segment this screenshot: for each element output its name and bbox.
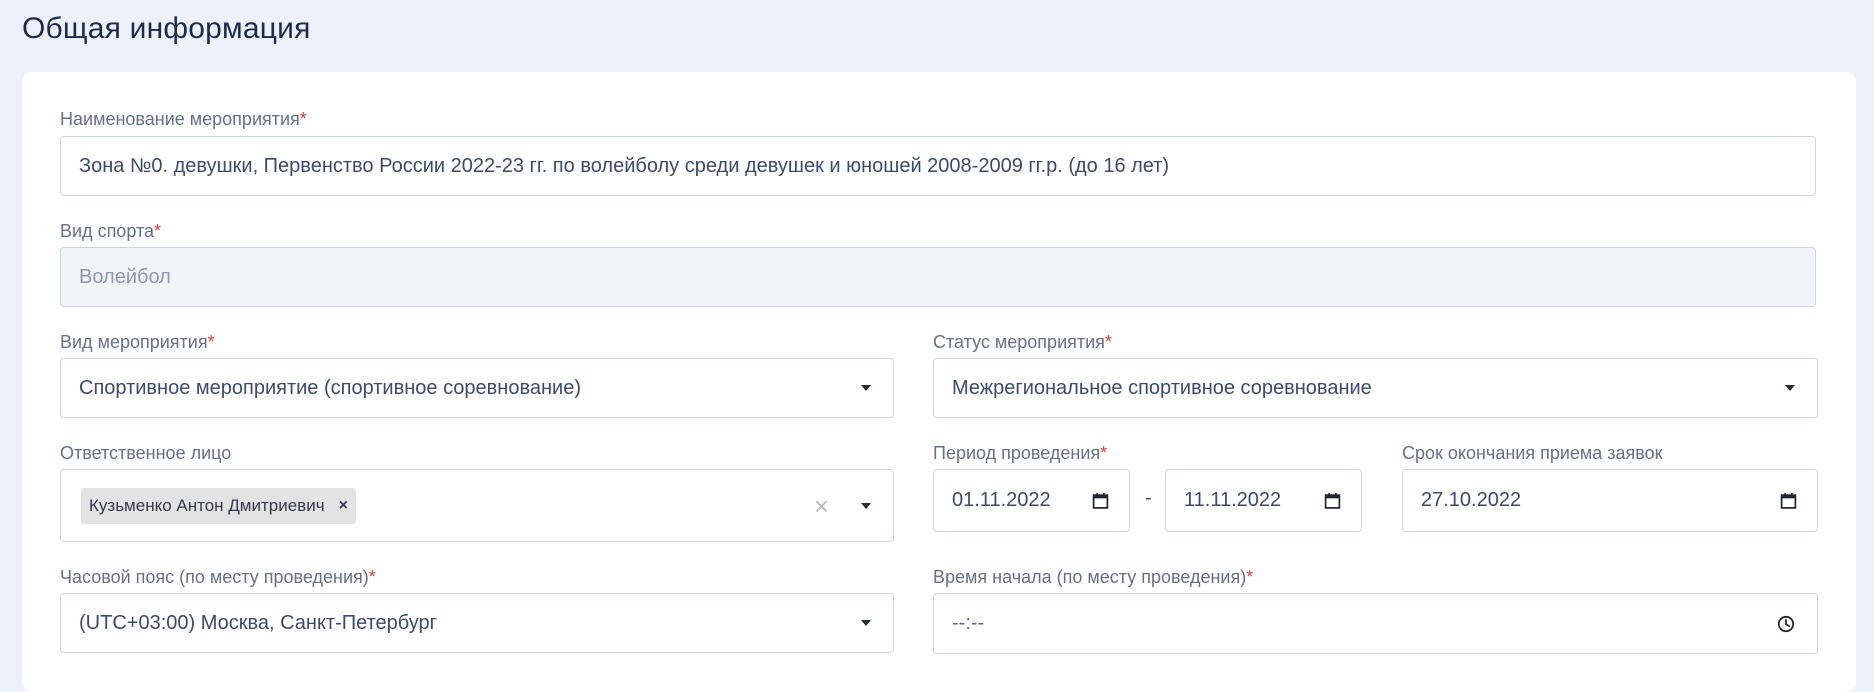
chevron-down-icon[interactable] — [1785, 385, 1795, 391]
deadline-value: 27.10.2022 — [1421, 489, 1522, 511]
responsible-label: Ответственное лицо — [60, 443, 231, 464]
calendar-icon[interactable] — [1780, 492, 1797, 509]
timezone-value: (UTC+03:00) Москва, Санкт-Петербург — [79, 611, 437, 634]
clear-icon[interactable]: × — [814, 493, 829, 519]
calendar-icon[interactable] — [1324, 492, 1341, 509]
event-name-value: Зона №0. девушки, Первенство России 2022… — [79, 154, 1170, 177]
event-status-select[interactable]: Межрегиональное спортивное соревнование — [933, 358, 1818, 418]
clock-icon[interactable] — [1777, 615, 1795, 633]
page-title: Общая информация — [22, 12, 311, 45]
start-time-value: --:-- — [952, 612, 985, 634]
event-name-label-text: Наименование мероприятия — [60, 109, 300, 129]
required-mark: * — [1104, 332, 1112, 352]
responsible-chip: Кузьменко Антон Дмитриевич × — [81, 487, 356, 524]
deadline-label-text: Срок окончания приема заявок — [1402, 443, 1663, 463]
chevron-down-icon[interactable] — [861, 620, 871, 626]
chip-remove-icon[interactable]: × — [339, 497, 348, 515]
chevron-down-icon[interactable] — [861, 502, 871, 509]
calendar-icon[interactable] — [1092, 492, 1109, 509]
responsible-chip-label: Кузьменко Антон Дмитриевич — [89, 495, 325, 515]
event-type-select[interactable]: Спортивное мероприятие (спортивное сорев… — [60, 358, 894, 418]
start-time-label-text: Время начала (по месту проведения) — [933, 567, 1247, 587]
event-name-label: Наименование мероприятия* — [60, 109, 307, 130]
required-mark: * — [299, 109, 307, 129]
general-info-card: Наименование мероприятия* Зона №0. девуш… — [22, 72, 1856, 692]
period-end-value: 11.11.2022 — [1184, 489, 1282, 511]
required-mark: * — [368, 567, 376, 587]
required-mark: * — [1100, 443, 1108, 463]
period-label-text: Период проведения — [933, 443, 1101, 463]
period-end-date-input[interactable]: 11.11.2022 — [1165, 469, 1362, 532]
event-type-label-text: Вид мероприятия — [60, 332, 208, 352]
sport-label-text: Вид спорта — [60, 221, 154, 241]
event-name-input[interactable]: Зона №0. девушки, Первенство России 2022… — [60, 136, 1816, 196]
start-time-input[interactable]: --:-- — [933, 593, 1818, 654]
event-status-value: Межрегиональное спортивное соревнование — [952, 376, 1372, 399]
event-type-label: Вид мероприятия* — [60, 332, 215, 353]
timezone-label: Часовой пояс (по месту проведения)* — [60, 567, 376, 588]
sport-value: Волейбол — [79, 265, 171, 288]
deadline-date-input[interactable]: 27.10.2022 — [1402, 469, 1818, 532]
period-label: Период проведения* — [933, 443, 1107, 464]
event-status-label-text: Статус мероприятия — [933, 332, 1105, 352]
chevron-down-icon[interactable] — [861, 385, 871, 391]
timezone-select[interactable]: (UTC+03:00) Москва, Санкт-Петербург — [60, 593, 894, 653]
responsible-label-text: Ответственное лицо — [60, 443, 232, 463]
period-start-value: 01.11.2022 — [952, 489, 1051, 511]
responsible-multiselect[interactable]: Кузьменко Антон Дмитриевич × × — [60, 469, 894, 542]
period-separator: - — [1145, 487, 1152, 509]
period-start-date-input[interactable]: 01.11.2022 — [933, 469, 1130, 532]
event-status-label: Статус мероприятия* — [933, 332, 1112, 353]
required-mark: * — [1246, 567, 1254, 587]
deadline-label: Срок окончания приема заявок — [1402, 443, 1663, 464]
sport-label: Вид спорта* — [60, 221, 161, 242]
required-mark: * — [207, 332, 215, 352]
timezone-label-text: Часовой пояс (по месту проведения) — [60, 567, 369, 587]
sport-input: Волейбол — [60, 247, 1816, 307]
start-time-label: Время начала (по месту проведения)* — [933, 567, 1253, 588]
required-mark: * — [154, 221, 162, 241]
event-type-value: Спортивное мероприятие (спортивное сорев… — [79, 376, 581, 399]
